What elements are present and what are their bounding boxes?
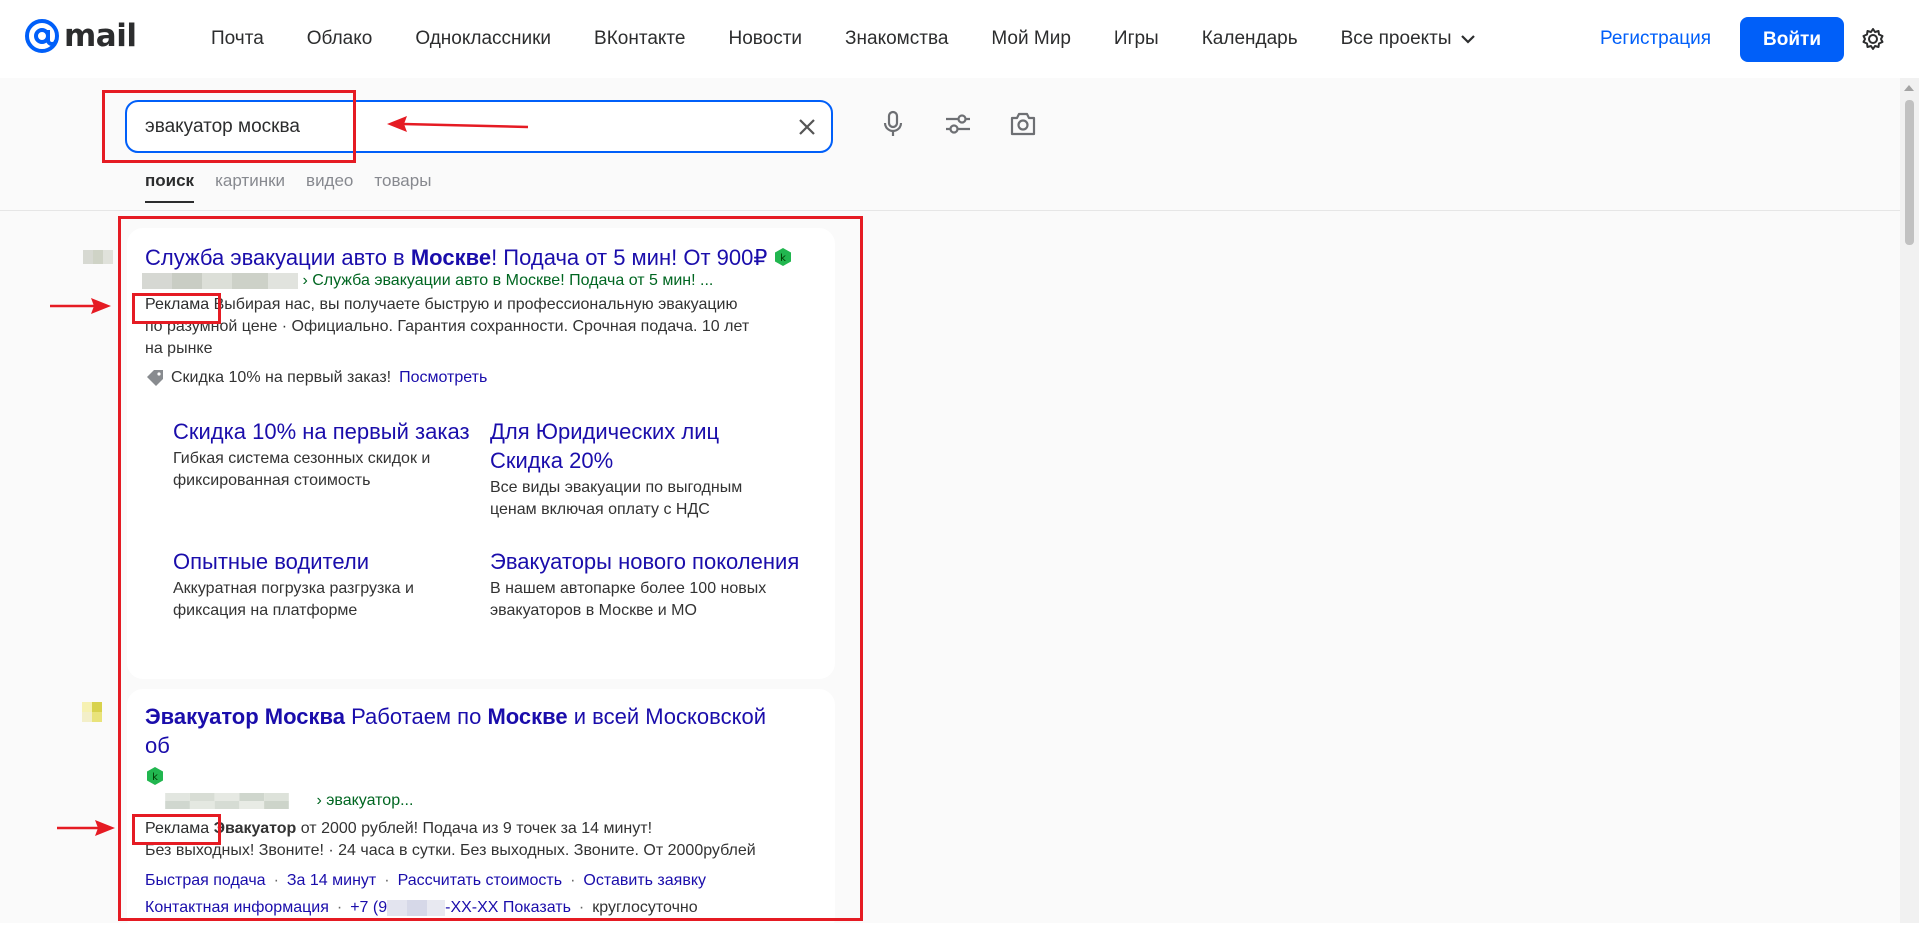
tab-goods[interactable]: товары [374,171,431,201]
annotation-box-ad-label-1 [132,293,221,324]
nav-cloud[interactable]: Облако [307,28,373,50]
annotation-box-ads [118,216,863,921]
favicon-blurred [83,250,113,264]
search-tabs: поиск картинки видео товары [145,171,452,203]
nav-calendar[interactable]: Календарь [1202,28,1298,50]
close-icon[interactable] [796,116,818,138]
nav-all-projects[interactable]: Все проекты [1341,28,1476,50]
nav-mail[interactable]: Почта [211,28,264,50]
filters-icon[interactable] [943,109,973,139]
nav-my-world[interactable]: Мой Мир [991,28,1071,50]
portal-nav: Почта Облако Одноклассники ВКонтакте Нов… [211,0,1519,78]
favicon-blurred [82,702,102,722]
all-projects-label: Все проекты [1340,28,1452,49]
logo-text: mail [64,18,137,54]
tab-search[interactable]: поиск [145,171,195,203]
register-link[interactable]: Регистрация [1600,28,1711,50]
page-scrollbar[interactable] [1900,78,1919,923]
tab-images[interactable]: картинки [215,171,285,201]
scroll-up-arrow-icon[interactable] [1904,85,1914,91]
nav-dating[interactable]: Знакомства [845,28,948,50]
camera-search-icon[interactable] [1008,109,1038,139]
mail-logo[interactable]: mail [24,18,137,54]
tab-video[interactable]: видео [306,171,353,201]
login-button[interactable]: Войти [1740,17,1844,62]
annotation-box-ad-label-2 [132,814,221,845]
nav-news[interactable]: Новости [728,28,802,50]
annotation-arrow-icon [50,298,111,314]
nav-odnoklassniki[interactable]: Одноклассники [415,28,551,50]
chevron-down-icon [1460,35,1475,44]
annotation-arrow-icon [387,116,529,132]
annotation-arrow-icon [57,820,115,836]
top-navigation-bar: mail Почта Облако Одноклассники ВКонтакт… [0,0,1919,78]
scroll-thumb[interactable] [1905,100,1914,245]
nav-vkontakte[interactable]: ВКонтакте [594,28,685,50]
microphone-icon[interactable] [878,109,908,139]
annotation-box-query [102,90,356,163]
nav-games[interactable]: Игры [1114,28,1159,50]
at-sign-icon [25,19,59,53]
gear-icon[interactable] [1861,27,1885,51]
